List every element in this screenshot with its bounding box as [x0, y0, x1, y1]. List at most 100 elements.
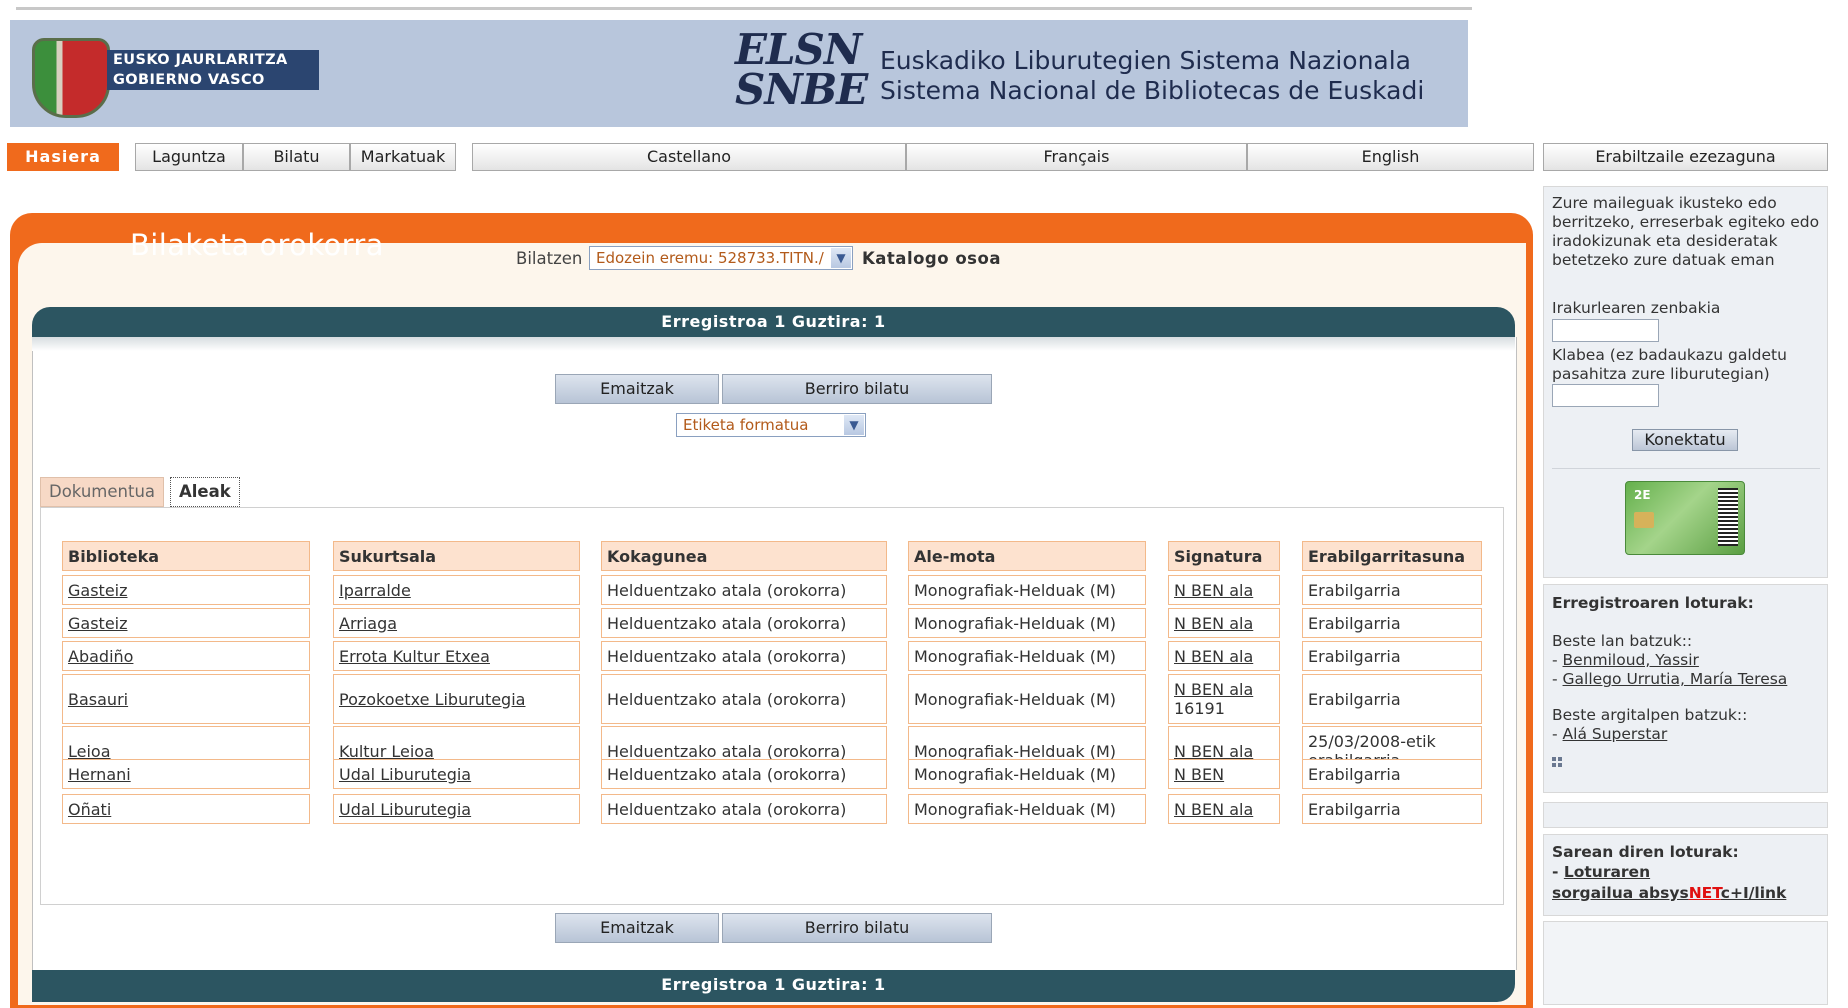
- nav-search[interactable]: Bilatu: [243, 143, 350, 171]
- link-generator-net[interactable]: NET: [1689, 884, 1721, 902]
- table-text-location: Helduentzako atala (orokorra): [607, 689, 847, 709]
- author-link-1-row: - Benmiloud, Yassir: [1552, 651, 1699, 670]
- table-cell-signature[interactable]: N BEN ala 16191: [1168, 674, 1280, 724]
- table-link-signature[interactable]: N BEN ala: [1174, 742, 1253, 761]
- table-cell-availability: Erabilgarria: [1302, 759, 1482, 789]
- results-button-bottom[interactable]: Emaitzak: [555, 913, 719, 943]
- nav-lang-castellano[interactable]: Castellano: [472, 143, 906, 171]
- format-select[interactable]: Etiketa formatua ▼: [676, 413, 866, 437]
- reader-number-input[interactable]: [1552, 319, 1659, 342]
- table-cell-availability: Erabilgarria: [1302, 674, 1482, 724]
- cell-content: Kultur Leioa: [339, 742, 434, 761]
- table-cell-signature[interactable]: N BEN: [1168, 759, 1280, 789]
- government-logo[interactable]: EUSKO JAURLARITZA GOBIERNO VASCO: [32, 36, 319, 118]
- cell-content: N BEN ala 16191: [1174, 680, 1253, 718]
- cell-content: Basauri: [68, 690, 128, 709]
- cell-content: Erabilgarria: [1308, 800, 1401, 819]
- results-button-top[interactable]: Emaitzak: [555, 374, 719, 404]
- table-link-branch[interactable]: Udal Liburutegia: [339, 800, 471, 819]
- table-link-branch[interactable]: Udal Liburutegia: [339, 765, 471, 784]
- table-link-signature[interactable]: N BEN ala: [1174, 680, 1253, 699]
- table-text-type: Monografiak-Helduak (M): [914, 741, 1117, 761]
- edition-link-1[interactable]: Alá Superstar: [1563, 725, 1668, 743]
- link-generator-row-2[interactable]: sorgailua absysNETc+I/link: [1552, 884, 1786, 903]
- search-again-button-bottom[interactable]: Berriro bilatu: [722, 913, 992, 943]
- cell-content: Helduentzako atala (orokorra): [607, 800, 846, 819]
- table-link-library[interactable]: Gasteiz: [68, 581, 128, 600]
- barcode-icon: [1718, 488, 1738, 546]
- password-input[interactable]: [1552, 384, 1659, 407]
- table-cell-type: Monografiak-Helduak (M): [908, 794, 1146, 824]
- table-text-type: Monografiak-Helduak (M): [914, 764, 1117, 784]
- table-link-library[interactable]: Oñati: [68, 800, 111, 819]
- cell-content: Erabilgarria: [1308, 690, 1401, 709]
- title-line-2: Sistema Nacional de Bibliotecas de Euska…: [880, 76, 1425, 105]
- nav-help[interactable]: Laguntza: [135, 143, 243, 171]
- nav-marked[interactable]: Markatuak: [350, 143, 456, 171]
- link-generator-suffix[interactable]: c+I/link: [1721, 884, 1787, 902]
- table-text-availability: Erabilgarria: [1308, 689, 1401, 709]
- basque-crest-icon: [32, 38, 110, 118]
- table-text-location: Helduentzako atala (orokorra): [607, 764, 847, 784]
- author-link-1[interactable]: Benmiloud, Yassir: [1563, 651, 1699, 669]
- table-cell-library[interactable]: Gasteiz: [62, 575, 310, 605]
- table-cell-branch[interactable]: Iparralde: [333, 575, 580, 605]
- sidebar-divider: [1552, 468, 1820, 469]
- table-cell-library[interactable]: Gasteiz: [62, 608, 310, 638]
- other-works-label: Beste lan batzuk::: [1552, 632, 1693, 650]
- author-link-2-row: - Gallego Urrutia, María Teresa: [1552, 670, 1787, 689]
- table-cell-location: Helduentzako atala (orokorra): [601, 759, 887, 789]
- table-cell-branch[interactable]: Udal Liburutegia: [333, 759, 580, 789]
- connect-button[interactable]: Konektatu: [1632, 429, 1738, 451]
- table-link-signature[interactable]: N BEN ala: [1174, 581, 1253, 600]
- cell-content: Leioa: [68, 742, 111, 761]
- table-link-library[interactable]: Abadiño: [68, 647, 133, 666]
- table-link-branch[interactable]: Iparralde: [339, 581, 411, 600]
- nav-home[interactable]: Hasiera: [7, 143, 119, 171]
- nav-lang-english[interactable]: English: [1247, 143, 1534, 171]
- table-link-branch[interactable]: Kultur Leioa: [339, 742, 434, 761]
- table-cell-library[interactable]: Basauri: [62, 674, 310, 724]
- table-cell-branch[interactable]: Errota Kultur Etxea: [333, 641, 580, 671]
- table-cell-availability: Erabilgarria: [1302, 575, 1482, 605]
- dash: -: [1552, 670, 1563, 688]
- table-link-library[interactable]: Leioa: [68, 742, 111, 761]
- cell-content: Helduentzako atala (orokorra): [607, 581, 846, 600]
- table-cell-signature[interactable]: N BEN ala: [1168, 608, 1280, 638]
- table-link-library[interactable]: Basauri: [68, 690, 128, 709]
- search-query-select[interactable]: Edozein eremu: 528733.TITN./ ▼: [589, 246, 853, 270]
- table-link-signature[interactable]: N BEN ala: [1174, 800, 1253, 819]
- table-cell-branch[interactable]: Arriaga: [333, 608, 580, 638]
- table-cell-location: Helduentzako atala (orokorra): [601, 608, 887, 638]
- table-link-signature[interactable]: N BEN ala: [1174, 614, 1253, 633]
- table-header-cell: Biblioteka: [62, 541, 310, 571]
- table-link-branch[interactable]: Pozokoetxe Liburutegia: [339, 690, 525, 709]
- table-cell-location: Helduentzako atala (orokorra): [601, 641, 887, 671]
- search-again-button-top[interactable]: Berriro bilatu: [722, 374, 992, 404]
- table-cell-branch[interactable]: Pozokoetxe Liburutegia: [333, 674, 580, 724]
- library-card-icon[interactable]: 2E: [1625, 481, 1745, 555]
- table-link-library[interactable]: Gasteiz: [68, 614, 128, 633]
- table-cell-library[interactable]: Oñati: [62, 794, 310, 824]
- table-cell-signature[interactable]: N BEN ala: [1168, 641, 1280, 671]
- table-link-branch[interactable]: Errota Kultur Etxea: [339, 647, 490, 666]
- nav-lang-francais[interactable]: Français: [906, 143, 1247, 171]
- author-link-2[interactable]: Gallego Urrutia, María Teresa: [1563, 670, 1788, 688]
- link-generator-link-part-1[interactable]: Loturaren: [1564, 863, 1650, 881]
- tab-document[interactable]: Dokumentua: [40, 477, 165, 507]
- table-link-branch[interactable]: Arriaga: [339, 614, 397, 633]
- table-link-signature[interactable]: N BEN ala: [1174, 647, 1253, 666]
- more-dots-icon[interactable]: [1552, 757, 1564, 769]
- table-cell-library[interactable]: Hernani: [62, 759, 310, 789]
- table-cell-signature[interactable]: N BEN ala: [1168, 794, 1280, 824]
- tab-items[interactable]: Aleak: [170, 477, 240, 507]
- link-generator-text[interactable]: sorgailua absys: [1552, 884, 1689, 902]
- table-link-library[interactable]: Hernani: [68, 765, 131, 784]
- table-link-signature[interactable]: N BEN: [1174, 765, 1224, 784]
- cell-content: Abadiño: [68, 647, 133, 666]
- table-cell-library[interactable]: Abadiño: [62, 641, 310, 671]
- table-cell-signature[interactable]: N BEN ala: [1168, 575, 1280, 605]
- nav-user[interactable]: Erabiltzaile ezezaguna: [1543, 143, 1828, 171]
- table-text-availability: Erabilgarria: [1308, 580, 1401, 600]
- table-cell-branch[interactable]: Udal Liburutegia: [333, 794, 580, 824]
